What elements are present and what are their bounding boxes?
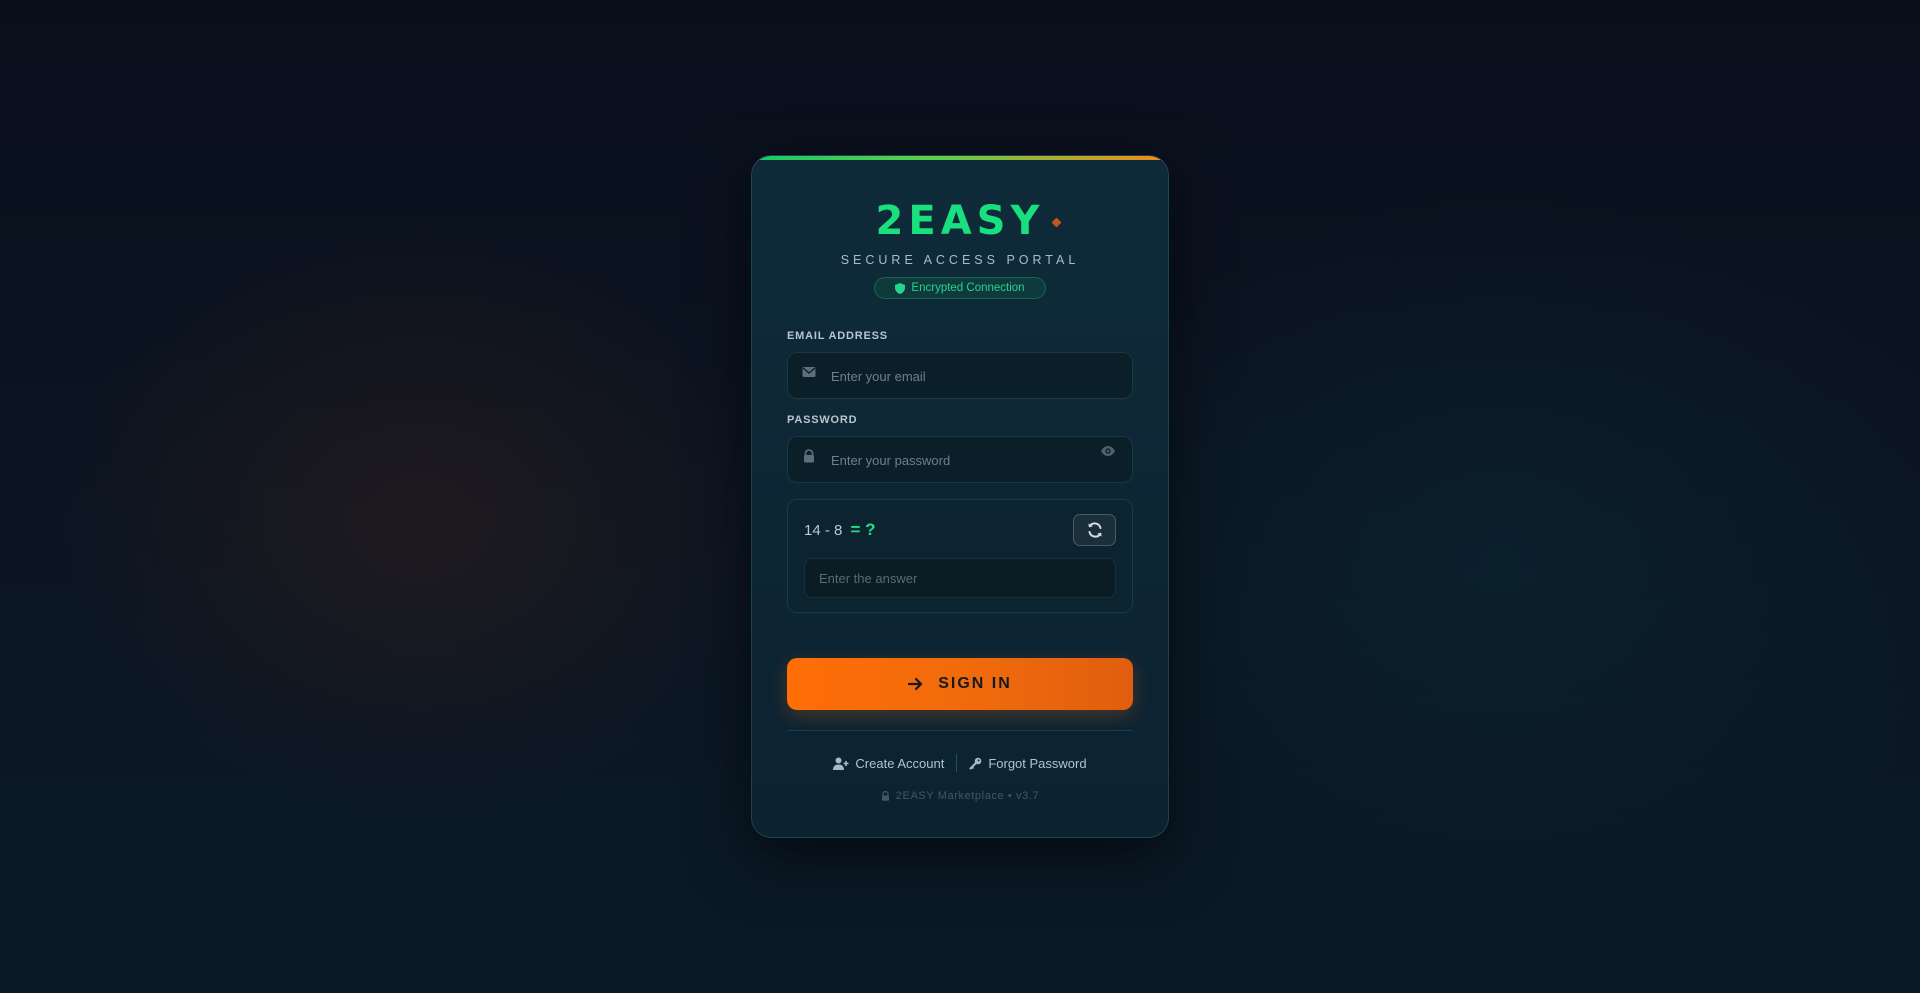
arrow-right-icon [908,677,923,691]
email-field[interactable]: Enter your email [787,352,1133,399]
forgot-password-label: Forgot Password [988,755,1087,771]
password-placeholder: Enter your password [831,453,951,468]
create-account-label: Create Account [855,755,945,771]
card-accent-bar [752,156,1168,160]
refresh-icon [1087,522,1102,538]
sign-in-label: SIGN IN [938,675,1012,692]
badge-label: Encrypted Connection [911,282,1025,294]
brand-logo: 2EASY [875,198,1045,244]
footer-links: Create Account Forgot Password [752,754,1168,772]
password-field[interactable]: Enter your password [787,436,1133,483]
divider [787,730,1133,731]
captcha-equals: = ? [850,520,876,539]
captcha-answer-input[interactable]: Enter the answer [804,558,1116,598]
sign-in-button[interactable]: SIGN IN [787,658,1133,710]
key-icon [969,757,982,769]
captcha-expression: 14 - 8 [804,522,843,539]
password-label: PASSWORD [787,414,858,426]
user-plus-icon [833,757,849,770]
lock-icon [804,449,814,463]
envelope-icon [802,367,816,377]
eye-icon[interactable] [1100,443,1116,459]
email-placeholder: Enter your email [831,369,926,384]
shield-icon [895,282,906,294]
create-account-link[interactable]: Create Account [821,756,956,771]
version-footer: 2EASY Marketplace • v3.7 [752,790,1168,802]
lock-icon [881,791,889,801]
portal-subtitle: SECURE ACCESS PORTAL [840,253,1080,267]
captcha-answer-placeholder: Enter the answer [819,571,918,586]
captcha-box: 14 - 8 = ? Enter the answer [787,499,1133,613]
email-label: EMAIL ADDRESS [787,330,888,342]
login-card: 2EASY SECURE ACCESS PORTAL Encrypted Con… [751,155,1169,838]
version-text: 2EASY Marketplace • v3.7 [895,790,1040,802]
captcha-question: 14 - 8 = ? [804,520,876,540]
captcha-refresh-button[interactable] [1073,514,1116,546]
encrypted-badge: Encrypted Connection [874,277,1046,299]
forgot-password-link[interactable]: Forgot Password [957,756,1098,771]
